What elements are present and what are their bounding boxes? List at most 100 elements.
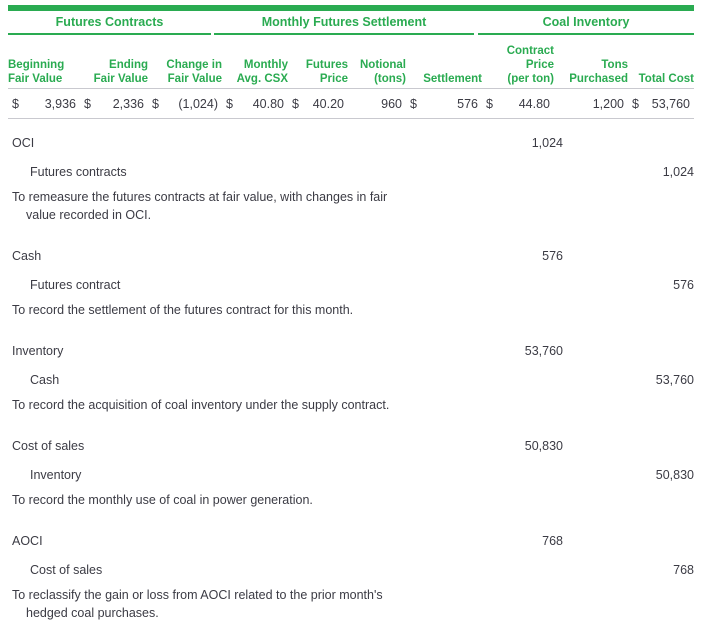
table-row: $ 3,936 $ 2,336 $ (1,024) $ 40.80 $ 40.2…: [8, 89, 694, 118]
journal-entries-list: OCI 1,024 Futures contracts 1,024 To rem…: [8, 130, 694, 622]
journal-credit-line: Inventory 50,830: [8, 462, 694, 491]
col-head-line2: Fair Value: [93, 73, 148, 85]
cell-value: 1,200: [592, 96, 624, 111]
entry-spacer: [8, 509, 694, 528]
column-header-row: Beginning Fair Value Ending Fair Value C…: [8, 36, 694, 88]
journal-entry-1: OCI 1,024 Futures contracts 1,024 To rem…: [8, 130, 694, 243]
cell-value: 576: [457, 96, 478, 111]
group-underline-3: [478, 33, 694, 35]
journal-debit-line: AOCI 768: [8, 528, 694, 557]
journal-debit-line: OCI 1,024: [8, 130, 694, 159]
journal-description: To reclassify the gain or loss from AOCI…: [8, 586, 482, 622]
currency-symbol: $: [410, 96, 417, 111]
journal-entry-3: Inventory 53,760 Cash 53,760 To record t…: [8, 338, 694, 433]
col-head-line1: Futures: [305, 59, 348, 71]
entry-spacer: [8, 319, 694, 338]
journal-credit-line: Cash 53,760: [8, 367, 694, 396]
cell-value: 53,760: [651, 96, 690, 111]
cell-futures-price: $ 40.20: [288, 97, 348, 111]
currency-symbol: $: [152, 96, 159, 111]
description-line-1: To reclassify the gain or loss from AOCI…: [12, 588, 383, 602]
cell-total-cost: $ 53,760: [628, 97, 694, 111]
currency-symbol: $: [84, 96, 91, 111]
cell-value: 44.80: [518, 96, 550, 111]
entry-spacer: [8, 414, 694, 433]
column-header-change-in-fair-value: Change in Fair Value: [148, 58, 222, 88]
cell-ending-fair-value: $ 2,336: [80, 97, 148, 111]
group-header-coal-inventory: Coal Inventory: [542, 15, 630, 29]
cell-value: (1,024): [178, 96, 218, 111]
journal-description: To remeasure the futures contracts at fa…: [8, 188, 482, 224]
cell-tons-purchased: 1,200: [554, 97, 628, 111]
cell-value: 40.20: [312, 96, 344, 111]
group-header-futures-contracts: Futures Contracts: [55, 15, 164, 29]
column-header-ending-fair-value: Ending Fair Value: [80, 58, 148, 88]
description-line-1: To remeasure the futures contracts at fa…: [12, 190, 388, 204]
credit-amount: 576: [673, 278, 694, 292]
description-line-1: To record the settlement of the futures …: [12, 303, 354, 317]
financial-table-page: Futures Contracts Monthly Futures Settle…: [0, 0, 701, 620]
cell-notional-tons: 960: [348, 97, 406, 111]
journal-description: To record the settlement of the futures …: [8, 301, 482, 319]
journal-description: To record the acquisition of coal invent…: [8, 396, 482, 414]
col-head-line2: Purchased: [569, 73, 628, 85]
column-header-futures-price: Futures Price: [288, 58, 348, 88]
debit-amount: 53,760: [524, 344, 563, 358]
currency-symbol: $: [486, 96, 493, 111]
group-header-row: Futures Contracts Monthly Futures Settle…: [8, 12, 694, 33]
col-head-line1: Beginning: [8, 59, 65, 71]
col-head-line3: (per ton): [507, 73, 554, 85]
group-underline-set: [8, 33, 694, 35]
journal-debit-line: Cost of sales 50,830: [8, 433, 694, 462]
currency-symbol: $: [292, 96, 299, 111]
data-row-rule-bottom: [8, 118, 694, 119]
col-head-line2: Avg. CSX: [236, 73, 288, 85]
journal-credit-line: Futures contracts 1,024: [8, 159, 694, 188]
currency-symbol: $: [226, 96, 233, 111]
column-header-contract-price-per-ton: Contract Price (per ton): [482, 44, 554, 88]
column-header-tons-purchased: Tons Purchased: [554, 58, 628, 88]
top-accent-rule: [8, 5, 694, 11]
journal-entry-4: Cost of sales 50,830 Inventory 50,830 To…: [8, 433, 694, 528]
description-line-1: To record the monthly use of coal in pow…: [12, 493, 313, 507]
cell-value: 40.80: [252, 96, 284, 111]
col-head-line2: Settlement: [423, 73, 482, 85]
debit-amount: 1,024: [531, 136, 563, 150]
journal-entry-5: AOCI 768 Cost of sales 768 To reclassify…: [8, 528, 694, 622]
group-underline-2: [214, 33, 474, 35]
description-line-1: To record the acquisition of coal invent…: [12, 398, 390, 412]
credit-amount: 53,760: [655, 373, 694, 387]
description-line-2: value recorded in OCI.: [26, 208, 152, 222]
column-header-notional-tons: Notional (tons): [348, 58, 406, 88]
currency-symbol: $: [632, 96, 639, 111]
debit-amount: 576: [542, 249, 563, 263]
cell-settlement: $ 576: [406, 97, 482, 111]
cell-value: 3,936: [44, 96, 76, 111]
group-underline-1: [8, 33, 211, 35]
currency-symbol: $: [12, 96, 19, 111]
credit-amount: 1,024: [662, 165, 694, 179]
journal-debit-line: Inventory 53,760: [8, 338, 694, 367]
col-head-line2: Fair Value: [167, 73, 222, 85]
journal-entry-2: Cash 576 Futures contract 576 To record …: [8, 243, 694, 338]
description-line-2: hedged coal purchases.: [26, 606, 159, 620]
cell-beginning-fair-value: $ 3,936: [8, 97, 80, 111]
column-header-beginning-fair-value: Beginning Fair Value: [8, 58, 80, 88]
col-head-line2: Price: [525, 59, 554, 71]
credit-amount: 768: [673, 563, 694, 577]
col-head-line1: Ending: [109, 59, 148, 71]
debit-amount: 768: [542, 534, 563, 548]
cell-monthly-avg-csx: $ 40.80: [222, 97, 288, 111]
col-head-line1: Tons: [601, 59, 628, 71]
column-header-settlement: Settlement: [406, 72, 482, 88]
cell-value: 2,336: [112, 96, 144, 111]
journal-description: To record the monthly use of coal in pow…: [8, 491, 482, 509]
group-header-monthly-futures-settlement: Monthly Futures Settlement: [261, 15, 427, 29]
debit-amount: 50,830: [524, 439, 563, 453]
col-head-line1: Change in: [166, 59, 222, 71]
column-header-total-cost: Total Cost: [628, 72, 694, 88]
col-head-line1: Monthly: [243, 59, 288, 71]
cell-contract-price-per-ton: $ 44.80: [482, 97, 554, 111]
col-head-line2: (tons): [374, 73, 406, 85]
credit-amount: 50,830: [655, 468, 694, 482]
